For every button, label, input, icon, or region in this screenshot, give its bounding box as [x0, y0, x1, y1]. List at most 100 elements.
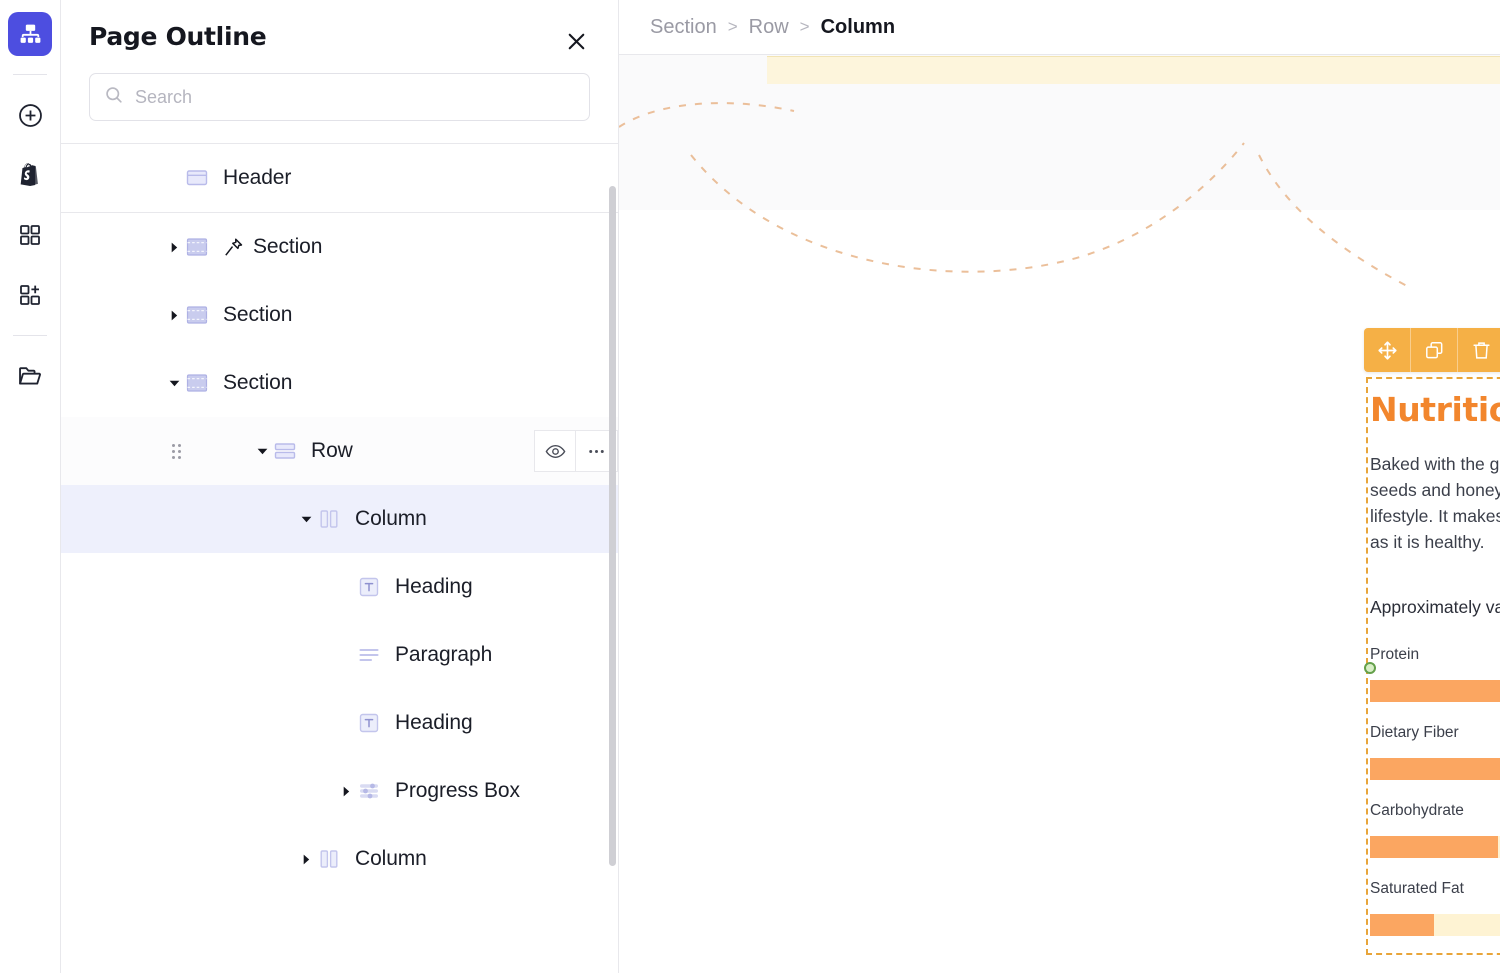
section-icon — [185, 371, 209, 395]
panel-header: Page Outline — [61, 0, 618, 51]
breadcrumb-item-column[interactable]: Column — [821, 16, 895, 39]
progress-fill — [1370, 680, 1500, 702]
progress-label: Protein — [1370, 646, 1420, 663]
rail-item-add-element[interactable] — [8, 93, 52, 137]
panel-scrollbar[interactable] — [609, 186, 616, 866]
tree-item-label: Progress Box — [395, 779, 520, 802]
canvas-area: Section > Row > Column Nutriti Baked wit… — [619, 0, 1500, 973]
element-toolbar — [1364, 328, 1500, 372]
left-icon-rail — [0, 0, 61, 973]
page-title: Page Outline — [89, 22, 267, 51]
page-outline-icon — [18, 22, 43, 47]
progress-label: Carbohydrate — [1370, 802, 1464, 819]
rail-item-sections-library[interactable] — [8, 213, 52, 257]
tree-caret-9[interactable] — [335, 784, 357, 799]
toolbar-delete-button[interactable] — [1458, 328, 1500, 372]
outline-tree: Header Section Section Section Row Column He… — [61, 144, 618, 893]
breadcrumb-item-row[interactable]: Row — [749, 16, 789, 39]
tree-caret-1[interactable] — [163, 240, 185, 255]
tree-item-heading-6[interactable]: Heading — [61, 553, 618, 621]
progress-item: Dietary Fiber 30% — [1370, 724, 1500, 780]
tree-item-label: Column — [355, 847, 427, 870]
tree-caret-10[interactable] — [295, 852, 317, 867]
tree-item-header-0[interactable]: Header — [61, 144, 618, 212]
tree-item-column-5[interactable]: Column — [61, 485, 618, 553]
close-icon — [564, 29, 589, 59]
progress-track: 40% — [1370, 680, 1500, 702]
search-icon — [104, 85, 124, 110]
tree-item-section-2[interactable]: Section — [61, 281, 618, 349]
breadcrumb-separator: > — [799, 17, 810, 36]
rail-divider-top — [13, 74, 47, 75]
breadcrumb: Section > Row > Column — [619, 0, 1500, 55]
heading-icon — [357, 711, 381, 735]
breadcrumb-separator: > — [727, 17, 738, 36]
progress-icon — [357, 779, 381, 803]
rail-divider-bottom — [13, 335, 47, 336]
toolbar-move-button[interactable] — [1364, 328, 1411, 372]
tree-item-label: Heading — [395, 711, 473, 734]
tree-item-row-4[interactable]: Row — [61, 417, 618, 485]
column-content: Nutritional Facts Baked with the goodnes… — [1368, 379, 1500, 936]
section-icon — [185, 235, 209, 259]
pin-icon — [223, 237, 244, 258]
progress-fill — [1370, 758, 1500, 780]
close-panel-button[interactable] — [560, 28, 592, 60]
folder-open-icon — [17, 363, 43, 389]
drag-handle-icon[interactable] — [172, 443, 181, 459]
search-box[interactable] — [89, 73, 590, 121]
tree-item-section-3[interactable]: Section — [61, 349, 618, 417]
tree-item-label: Header — [223, 166, 292, 189]
tree-caret-3[interactable] — [163, 376, 185, 391]
rail-item-page-outline[interactable] — [8, 12, 52, 56]
tree-item-label: Row — [311, 439, 353, 462]
rail-item-shopify[interactable] — [8, 153, 52, 197]
progress-item: Saturated Fat 10% — [1370, 880, 1500, 936]
plus-circle-icon — [17, 102, 44, 129]
tree-item-paragraph-7[interactable]: Paragraph — [61, 621, 618, 689]
progress-label: Dietary Fiber — [1370, 724, 1459, 741]
tree-item-heading-8[interactable]: Heading — [61, 689, 618, 757]
rail-item-add-section[interactable] — [8, 273, 52, 317]
tree-item-label: Section — [223, 371, 293, 394]
shopify-bag-icon — [17, 162, 43, 188]
progress-item: Carbohydrate 20% — [1370, 802, 1500, 858]
heading-icon — [357, 575, 381, 599]
tree-item-label: Heading — [395, 575, 473, 598]
progress-item: Protein 40% — [1370, 646, 1500, 702]
tree-caret-5[interactable] — [295, 512, 317, 527]
progress-box: Protein 40% Dietary Fiber 30% Carbohydra… — [1370, 646, 1500, 936]
nutritional-facts-paragraph: Baked with the goodness of oats, almonds… — [1370, 454, 1500, 552]
toolbar-duplicate-button[interactable] — [1411, 328, 1458, 372]
progress-label: Saturated Fat — [1370, 880, 1464, 897]
row-icon — [273, 439, 297, 463]
highlighted-section-strip — [767, 56, 1500, 84]
column-icon — [317, 847, 341, 871]
rail-item-assets-manager[interactable] — [8, 354, 52, 398]
tree-row-actions — [534, 430, 618, 472]
page-outline-panel: Page Outline HeaderSectionSect — [61, 0, 619, 973]
search-input[interactable] — [135, 86, 575, 108]
grid-icon — [18, 223, 42, 247]
nutritional-facts-heading: Nutritional Facts — [1370, 390, 1500, 429]
breadcrumb-item-section[interactable]: Section — [650, 16, 717, 39]
grid-plus-icon — [18, 283, 42, 307]
visibility-toggle-button[interactable] — [534, 430, 576, 472]
tree-item-section-1[interactable]: Section — [61, 213, 618, 281]
progress-fill — [1370, 914, 1435, 936]
tree-item-column-10[interactable]: Column — [61, 825, 618, 893]
column-icon — [317, 507, 341, 531]
tree-caret-4[interactable] — [251, 444, 273, 459]
tree-caret-2[interactable] — [163, 308, 185, 323]
progress-track: 10% — [1370, 914, 1500, 936]
progress-track: 20% — [1370, 836, 1500, 858]
tree-item-label: Column — [355, 507, 427, 530]
header-icon — [185, 166, 209, 190]
tree-item-progress-box-9[interactable]: Progress Box — [61, 757, 618, 825]
tree-item-label: Section — [223, 303, 293, 326]
preview-stage: Nutritional Facts Baked with the goodnes… — [619, 55, 1500, 973]
progress-fill — [1370, 836, 1499, 858]
paragraph-icon — [357, 643, 381, 667]
app-root: Page Outline HeaderSectionSect — [0, 0, 1500, 973]
tree-item-label: Paragraph — [395, 643, 493, 666]
